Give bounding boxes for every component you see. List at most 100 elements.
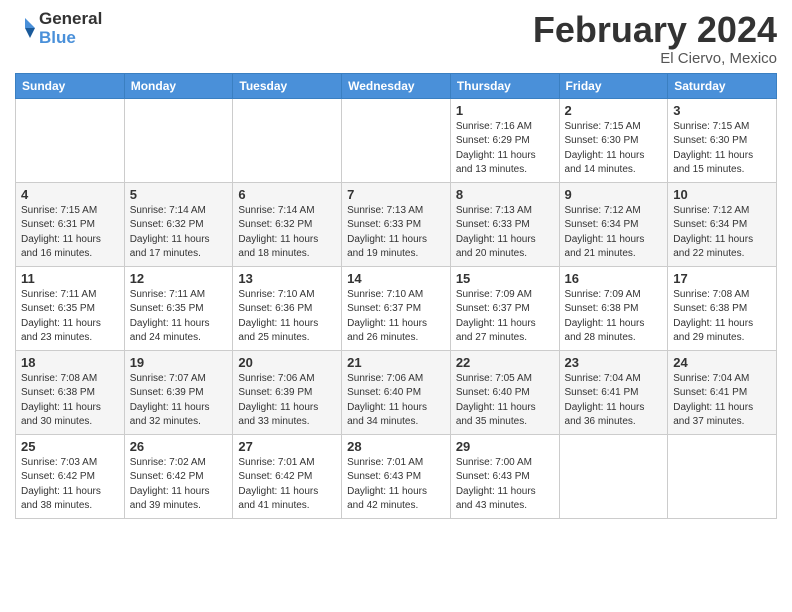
day-detail: Sunrise: 7:04 AM Sunset: 6:41 PM Dayligh… [565,372,663,430]
table-row: 3Sunrise: 7:15 AM Sunset: 6:30 PM Daylig… [668,98,777,182]
day-number: 29 [456,439,554,454]
table-row [124,98,233,182]
day-number: 8 [456,187,554,202]
table-row: 29 Sunrise: 7:00 AM Sunset: 6:43 PM Dayli… [450,434,559,518]
day-detail: Sunrise: 7:13 AM Sunset: 6:33 PM Dayligh… [456,204,554,262]
calendar-week-row: 4 Sunrise: 7:15 AM Sunset: 6:31 PM Daylig… [16,182,777,266]
calendar-week-row: 18 Sunrise: 7:08 AM Sunset: 6:38 PM Dayli… [16,350,777,434]
table-row: 22 Sunrise: 7:05 AM Sunset: 6:40 PM Dayli… [450,350,559,434]
day-detail: Sunrise: 7:06 AM Sunset: 6:39 PM Dayligh… [238,372,336,430]
day-detail: Sunrise: 7:16 AM Sunset: 6:29 PM Dayligh… [456,120,554,178]
table-row: 23 Sunrise: 7:04 AM Sunset: 6:41 PM Dayli… [559,350,668,434]
day-detail: Sunrise: 7:11 AM Sunset: 6:35 PM Dayligh… [130,288,228,346]
day-number: 25 [21,439,119,454]
day-detail: Sunrise: 7:08 AM Sunset: 6:38 PM Dayligh… [673,288,771,346]
table-row: 18 Sunrise: 7:08 AM Sunset: 6:38 PM Dayli… [16,350,125,434]
day-detail: Sunrise: 7:14 AM Sunset: 6:32 PM Dayligh… [238,204,336,262]
table-row [16,98,125,182]
table-row: 26Sunrise: 7:02 AM Sunset: 6:42 PM Dayli… [124,434,233,518]
day-detail: Sunrise: 7:15 AM Sunset: 6:30 PM Dayligh… [565,120,663,178]
day-number: 21 [347,355,445,370]
day-number: 1 [456,103,554,118]
header-friday: Friday [559,73,668,98]
table-row [342,98,451,182]
table-row [233,98,342,182]
day-detail: Sunrise: 7:06 AM Sunset: 6:40 PM Dayligh… [347,372,445,430]
day-number: 11 [21,271,119,286]
day-number: 4 [21,187,119,202]
day-detail: Sunrise: 7:09 AM Sunset: 6:38 PM Dayligh… [565,288,663,346]
day-number: 18 [21,355,119,370]
header-saturday: Saturday [668,73,777,98]
day-detail: Sunrise: 7:12 AM Sunset: 6:34 PM Dayligh… [673,204,771,262]
day-detail: Sunrise: 7:14 AM Sunset: 6:32 PM Dayligh… [130,204,228,262]
day-detail: Sunrise: 7:01 AM Sunset: 6:42 PM Dayligh… [238,456,336,514]
day-number: 22 [456,355,554,370]
day-detail: Sunrise: 7:10 AM Sunset: 6:37 PM Dayligh… [347,288,445,346]
table-row: 6 Sunrise: 7:14 AM Sunset: 6:32 PM Daylig… [233,182,342,266]
logo-general-text: General [39,9,102,28]
title-block: February 2024 El Ciervo, Mexico [533,10,777,67]
day-detail: Sunrise: 7:11 AM Sunset: 6:35 PM Dayligh… [21,288,119,346]
header-tuesday: Tuesday [233,73,342,98]
day-number: 14 [347,271,445,286]
table-row: 25 Sunrise: 7:03 AM Sunset: 6:42 PM Dayli… [16,434,125,518]
day-number: 23 [565,355,663,370]
header-thursday: Thursday [450,73,559,98]
day-number: 16 [565,271,663,286]
calendar-week-row: 25 Sunrise: 7:03 AM Sunset: 6:42 PM Dayli… [16,434,777,518]
table-row: 27Sunrise: 7:01 AM Sunset: 6:42 PM Dayli… [233,434,342,518]
day-number: 6 [238,187,336,202]
header: General Blue February 2024 El Ciervo, Me… [15,10,777,67]
day-detail: Sunrise: 7:13 AM Sunset: 6:33 PM Dayligh… [347,204,445,262]
day-detail: Sunrise: 7:05 AM Sunset: 6:40 PM Dayligh… [456,372,554,430]
day-detail: Sunrise: 7:04 AM Sunset: 6:41 PM Dayligh… [673,372,771,430]
day-number: 10 [673,187,771,202]
table-row: 11 Sunrise: 7:11 AM Sunset: 6:35 PM Dayli… [16,266,125,350]
day-detail: Sunrise: 7:12 AM Sunset: 6:34 PM Dayligh… [565,204,663,262]
day-number: 19 [130,355,228,370]
day-detail: Sunrise: 7:08 AM Sunset: 6:38 PM Dayligh… [21,372,119,430]
day-number: 24 [673,355,771,370]
logo: General Blue [15,10,102,47]
title-location: El Ciervo, Mexico [533,50,777,67]
day-number: 13 [238,271,336,286]
page: General Blue February 2024 El Ciervo, Me… [0,0,792,612]
day-number: 15 [456,271,554,286]
calendar-week-row: 11 Sunrise: 7:11 AM Sunset: 6:35 PM Dayli… [16,266,777,350]
logo-chevron-icon [15,18,35,40]
table-row: 2 Sunrise: 7:15 AM Sunset: 6:30 PM Daylig… [559,98,668,182]
table-row: 15 Sunrise: 7:09 AM Sunset: 6:37 PM Dayli… [450,266,559,350]
day-number: 2 [565,103,663,118]
header-sunday: Sunday [16,73,125,98]
day-number: 12 [130,271,228,286]
day-detail: Sunrise: 7:15 AM Sunset: 6:31 PM Dayligh… [21,204,119,262]
table-row: 24 Sunrise: 7:04 AM Sunset: 6:41 PM Dayli… [668,350,777,434]
table-row: 4 Sunrise: 7:15 AM Sunset: 6:31 PM Daylig… [16,182,125,266]
header-wednesday: Wednesday [342,73,451,98]
header-monday: Monday [124,73,233,98]
table-row: 17Sunrise: 7:08 AM Sunset: 6:38 PM Dayli… [668,266,777,350]
day-number: 7 [347,187,445,202]
day-number: 9 [565,187,663,202]
table-row: 9 Sunrise: 7:12 AM Sunset: 6:34 PM Daylig… [559,182,668,266]
table-row: 16 Sunrise: 7:09 AM Sunset: 6:38 PM Dayli… [559,266,668,350]
table-row: 20Sunrise: 7:06 AM Sunset: 6:39 PM Dayli… [233,350,342,434]
logo-blue-text: Blue [39,28,76,47]
table-row: 5Sunrise: 7:14 AM Sunset: 6:32 PM Daylig… [124,182,233,266]
day-number: 28 [347,439,445,454]
day-detail: Sunrise: 7:00 AM Sunset: 6:43 PM Dayligh… [456,456,554,514]
day-detail: Sunrise: 7:09 AM Sunset: 6:37 PM Dayligh… [456,288,554,346]
day-detail: Sunrise: 7:15 AM Sunset: 6:30 PM Dayligh… [673,120,771,178]
table-row: 13Sunrise: 7:10 AM Sunset: 6:36 PM Dayli… [233,266,342,350]
table-row: 12 Sunrise: 7:11 AM Sunset: 6:35 PM Dayli… [124,266,233,350]
day-detail: Sunrise: 7:01 AM Sunset: 6:43 PM Dayligh… [347,456,445,514]
day-detail: Sunrise: 7:03 AM Sunset: 6:42 PM Dayligh… [21,456,119,514]
table-row: 7 Sunrise: 7:13 AM Sunset: 6:33 PM Daylig… [342,182,451,266]
table-row: 8 Sunrise: 7:13 AM Sunset: 6:33 PM Daylig… [450,182,559,266]
calendar-header-row: Sunday Monday Tuesday Wednesday Thursday… [16,73,777,98]
table-row: 21 Sunrise: 7:06 AM Sunset: 6:40 PM Dayli… [342,350,451,434]
table-row: 10 Sunrise: 7:12 AM Sunset: 6:34 PM Dayli… [668,182,777,266]
table-row: 19Sunrise: 7:07 AM Sunset: 6:39 PM Dayli… [124,350,233,434]
day-detail: Sunrise: 7:02 AM Sunset: 6:42 PM Dayligh… [130,456,228,514]
